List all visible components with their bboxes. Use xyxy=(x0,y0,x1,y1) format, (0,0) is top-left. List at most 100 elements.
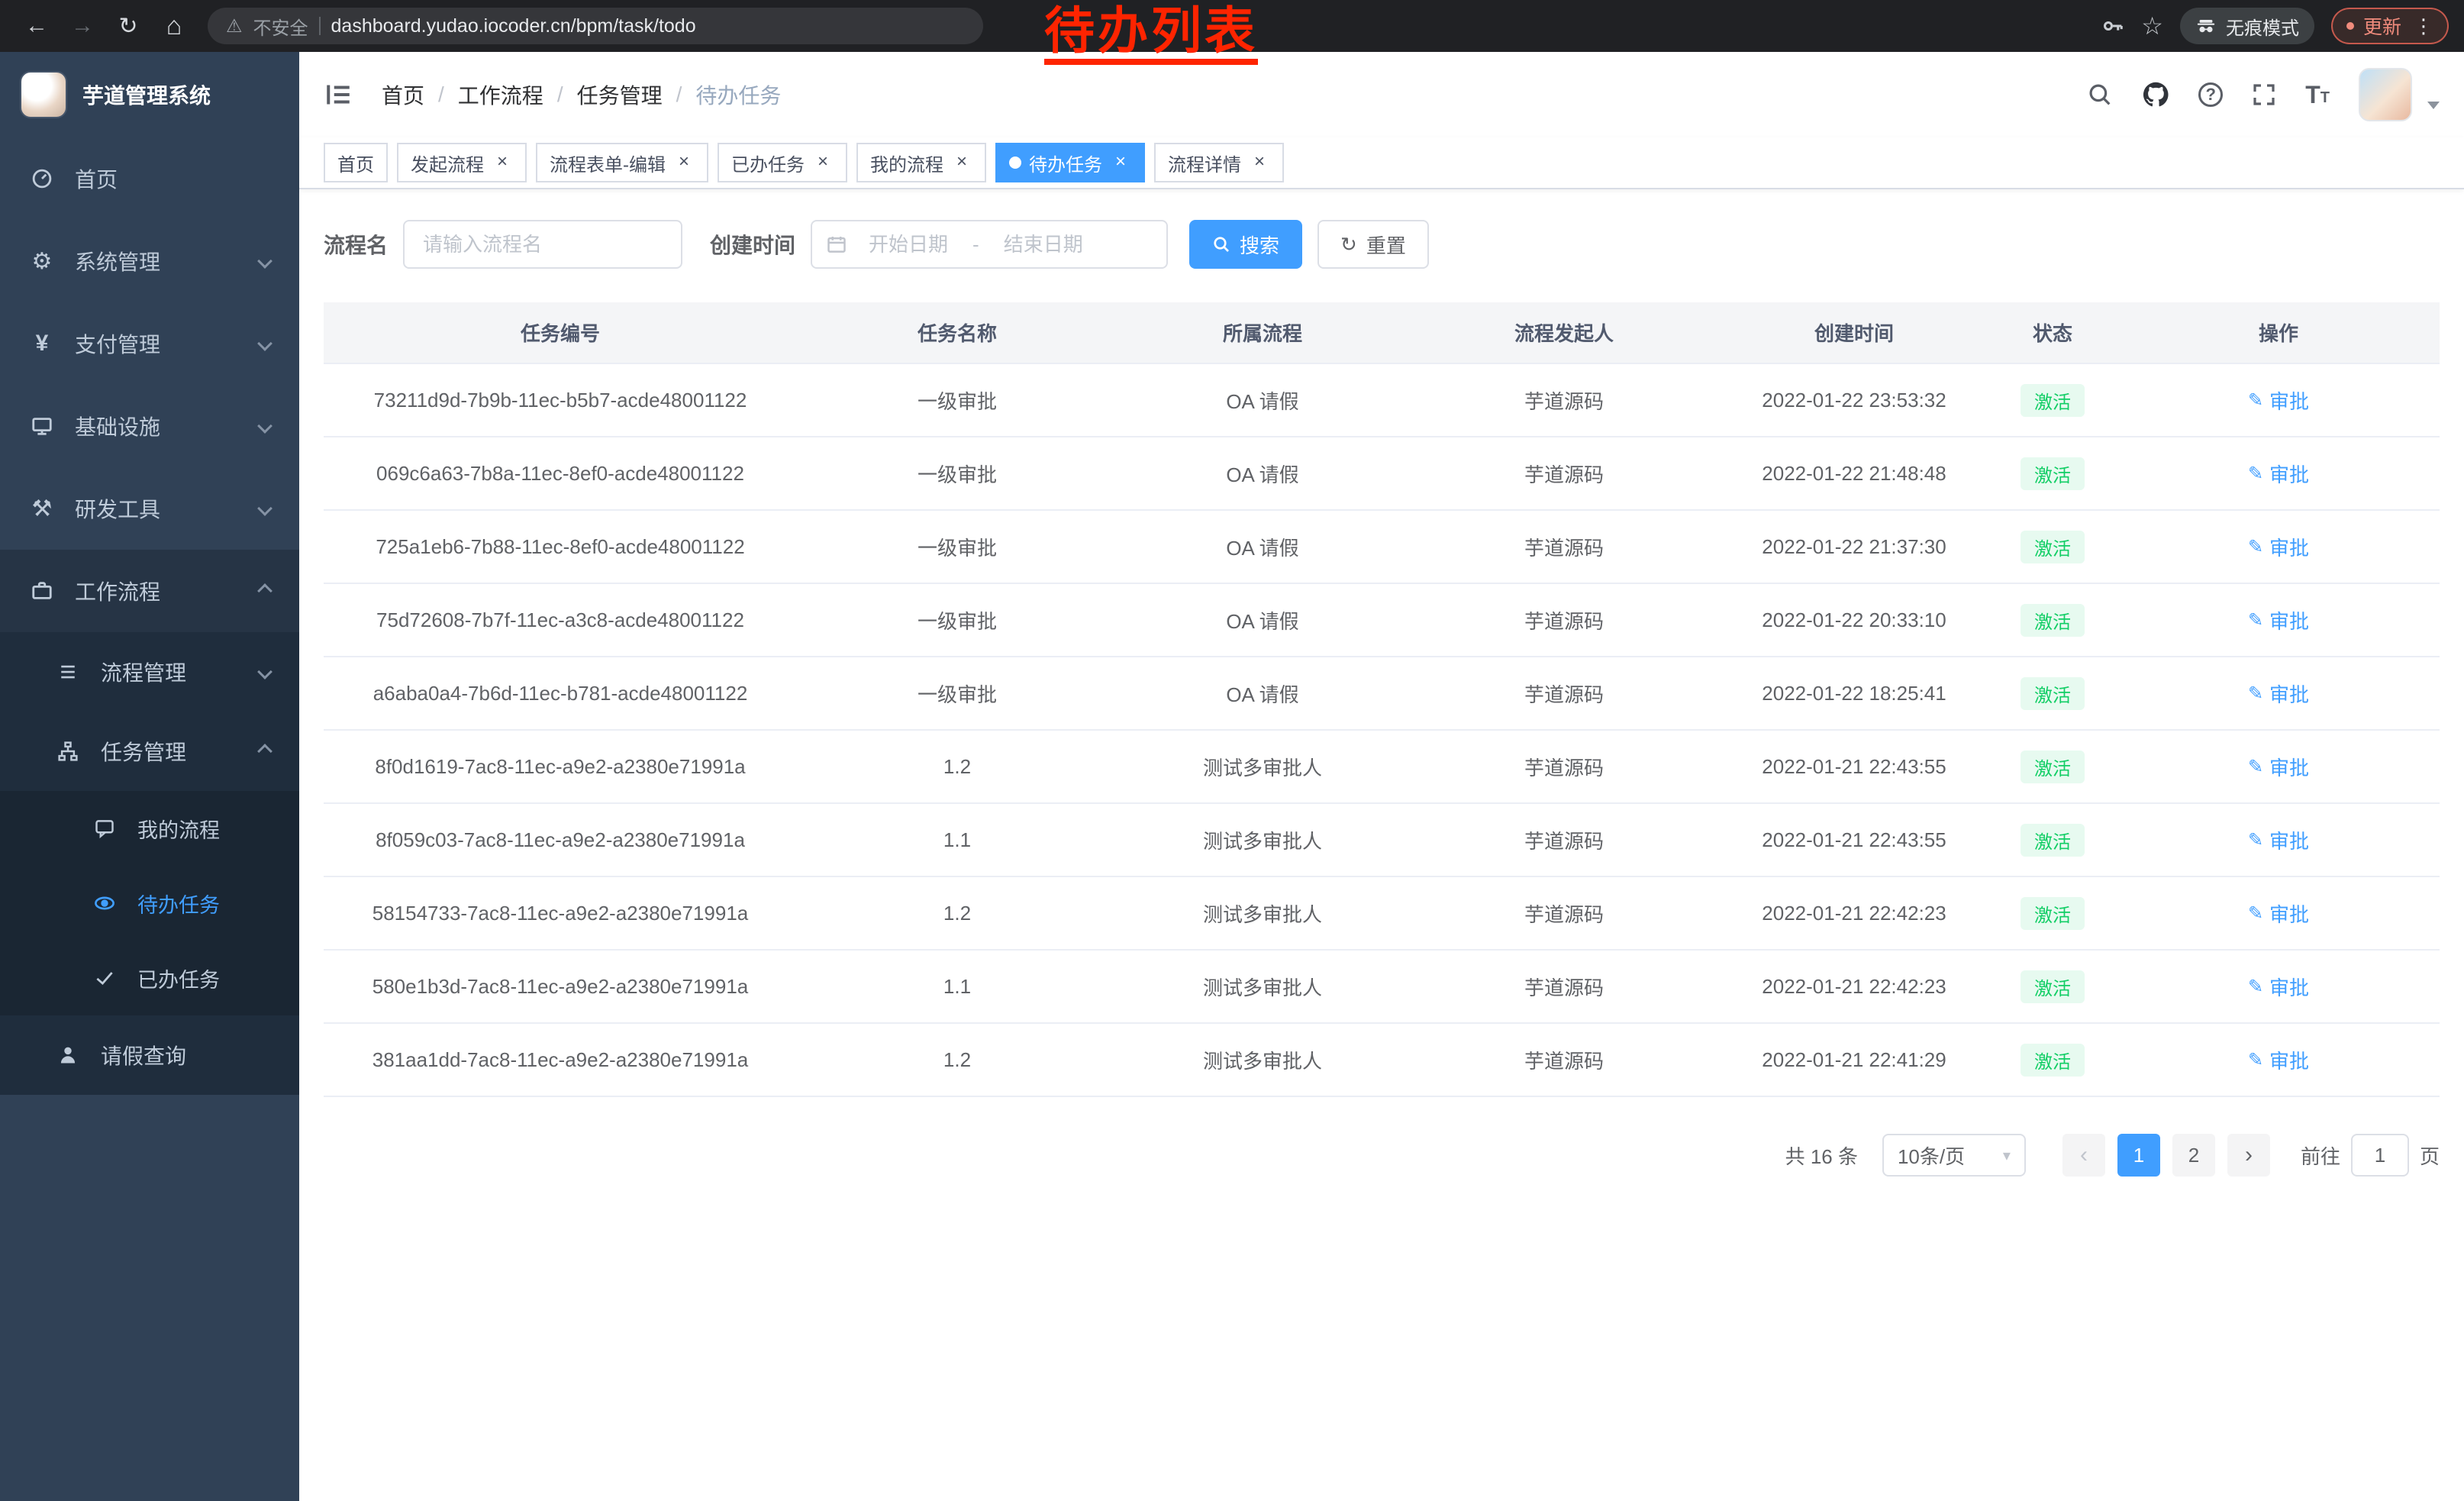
cell-initiator: 芋道源码 xyxy=(1408,1023,1721,1096)
address-bar[interactable]: ⚠ 不安全 dashboard.yudao.iocoder.cn/bpm/tas… xyxy=(208,8,983,44)
table-row: 381aa1dd-7ac8-11ec-a9e2-a2380e71991a 1.2… xyxy=(324,1023,2440,1096)
browser-menu-icon[interactable]: ⋮ xyxy=(2414,15,2433,38)
start-date-input[interactable] xyxy=(850,233,966,257)
fullscreen-icon[interactable] xyxy=(2252,82,2276,107)
sidebar-item-label: 支付管理 xyxy=(75,328,160,359)
cell-initiator: 芋道源码 xyxy=(1408,950,1721,1023)
sidebar-item-label: 工作流程 xyxy=(75,576,160,606)
cell-initiator: 芋道源码 xyxy=(1408,803,1721,876)
password-key-icon[interactable] xyxy=(2101,15,2124,37)
security-label: 不安全 xyxy=(253,13,308,40)
status-badge: 激活 xyxy=(2021,531,2085,563)
sidebar-collapse-icon[interactable] xyxy=(324,78,357,111)
search-button[interactable]: 搜索 xyxy=(1189,220,1302,269)
sidebar-item-todo-task[interactable]: 待办任务 xyxy=(0,866,299,941)
approve-link[interactable]: ✎ 审批 xyxy=(2248,460,2309,488)
tab[interactable]: 首页 × xyxy=(324,143,388,182)
status-badge: 激活 xyxy=(2021,897,2085,930)
tab[interactable]: 已办任务 × xyxy=(718,143,847,182)
approve-link[interactable]: ✎ 审批 xyxy=(2248,899,2309,928)
cell-create-time: 2022-01-22 21:37:30 xyxy=(1721,510,1988,583)
page-number-button[interactable]: 1 xyxy=(2117,1134,2160,1177)
table-column-header: 状态 xyxy=(1988,302,2117,363)
update-button[interactable]: 更新 ⋮ xyxy=(2331,8,2449,44)
page-size-select[interactable]: 10条/页 ▾ xyxy=(1882,1134,2026,1177)
sidebar-item-devtools[interactable]: ⚒ 研发工具 xyxy=(0,467,299,550)
goto-unit: 页 xyxy=(2420,1141,2440,1170)
page-number-button[interactable]: 2 xyxy=(2172,1134,2215,1177)
sidebar-item-home[interactable]: 首页 xyxy=(0,137,299,220)
table-row: a6aba0a4-7b6d-11ec-b781-acde48001122 一级审… xyxy=(324,657,2440,730)
goto-page-input[interactable] xyxy=(2351,1134,2409,1177)
date-range-picker[interactable]: - xyxy=(811,220,1168,269)
process-name-input[interactable] xyxy=(403,220,682,269)
breadcrumb-home[interactable]: 首页 xyxy=(382,79,424,110)
sidebar-item-payment[interactable]: ¥ 支付管理 xyxy=(0,302,299,385)
sidebar-item-done-task[interactable]: 已办任务 xyxy=(0,941,299,1015)
sidebar-item-workflow[interactable]: 工作流程 xyxy=(0,550,299,632)
approve-link[interactable]: ✎ 审批 xyxy=(2248,826,2309,854)
breadcrumb-workflow[interactable]: 工作流程 xyxy=(458,79,543,110)
approve-link[interactable]: ✎ 审批 xyxy=(2248,533,2309,561)
prev-page-button[interactable]: ‹ xyxy=(2062,1134,2105,1177)
breadcrumb-separator: / xyxy=(676,82,682,107)
tab-close-icon[interactable]: × xyxy=(673,152,695,173)
edit-icon: ✎ xyxy=(2248,829,2263,851)
sidebar-item-label: 任务管理 xyxy=(101,736,186,767)
incognito-label: 无痕模式 xyxy=(2226,13,2299,40)
breadcrumb: 首页 / 工作流程 / 任务管理 / 待办任务 xyxy=(382,79,781,110)
next-page-button[interactable]: › xyxy=(2227,1134,2270,1177)
sidebar-item-infrastructure[interactable]: 基础设施 xyxy=(0,385,299,467)
search-button-icon xyxy=(1212,235,1230,253)
approve-link[interactable]: ✎ 审批 xyxy=(2248,386,2309,415)
sidebar-item-leave-query[interactable]: 请假查询 xyxy=(0,1015,299,1095)
browser-home-button[interactable]: ⌂ xyxy=(153,5,195,47)
cell-task-name: 1.1 xyxy=(797,803,1118,876)
browser-forward-button[interactable]: → xyxy=(61,5,104,47)
sidebar-item-label: 基础设施 xyxy=(75,411,160,441)
cell-task-name: 1.2 xyxy=(797,876,1118,950)
tab[interactable]: 流程详情 × xyxy=(1154,143,1284,182)
cell-process: OA 请假 xyxy=(1118,510,1408,583)
tab-close-icon[interactable]: × xyxy=(1110,152,1131,173)
tab-active-dot xyxy=(1009,157,1021,169)
breadcrumb-task-mgmt[interactable]: 任务管理 xyxy=(577,79,663,110)
approve-link[interactable]: ✎ 审批 xyxy=(2248,679,2309,708)
cell-task-id: 069c6a63-7b8a-11ec-8ef0-acde48001122 xyxy=(324,437,797,510)
sidebar-item-process-mgmt[interactable]: 流程管理 xyxy=(0,632,299,712)
sidebar-item-label: 我的流程 xyxy=(137,814,220,844)
tab-close-icon[interactable]: × xyxy=(951,152,972,173)
cell-create-time: 2022-01-21 22:43:55 xyxy=(1721,803,1988,876)
edit-icon: ✎ xyxy=(2248,902,2263,925)
sidebar-item-my-process[interactable]: 我的流程 xyxy=(0,791,299,866)
approve-link[interactable]: ✎ 审批 xyxy=(2248,973,2309,1001)
tab[interactable]: 发起流程 × xyxy=(397,143,527,182)
browser-back-button[interactable]: ← xyxy=(15,5,58,47)
sidebar-item-label: 待办任务 xyxy=(137,889,220,918)
user-avatar[interactable] xyxy=(2359,68,2412,121)
browser-refresh-button[interactable]: ↻ xyxy=(107,5,150,47)
end-date-input[interactable] xyxy=(985,233,1101,257)
font-size-icon[interactable]: TT xyxy=(2305,82,2330,107)
edit-icon: ✎ xyxy=(2248,389,2263,412)
sidebar-item-system[interactable]: ⚙ 系统管理 xyxy=(0,220,299,302)
tab[interactable]: 我的流程 × xyxy=(856,143,986,182)
tab-close-icon[interactable]: × xyxy=(492,152,513,173)
help-icon[interactable]: ? xyxy=(2198,82,2223,107)
status-badge: 激活 xyxy=(2021,384,2085,417)
github-icon[interactable] xyxy=(2142,81,2169,108)
search-icon[interactable] xyxy=(2087,82,2113,108)
sidebar-item-task-mgmt[interactable]: 任务管理 xyxy=(0,712,299,791)
tab-close-icon[interactable]: × xyxy=(812,152,834,173)
approve-link[interactable]: ✎ 审批 xyxy=(2248,1046,2309,1074)
tab[interactable]: 待办任务 × xyxy=(995,143,1145,182)
address-divider xyxy=(319,17,321,35)
tab-close-icon[interactable]: × xyxy=(1249,152,1270,173)
edit-icon: ✎ xyxy=(2248,683,2263,705)
total-count: 共 16 条 xyxy=(1785,1141,1858,1170)
tab[interactable]: 流程表单-编辑 × xyxy=(536,143,708,182)
approve-link[interactable]: ✎ 审批 xyxy=(2248,606,2309,634)
bookmark-star-icon[interactable]: ☆ xyxy=(2141,11,2163,40)
approve-link[interactable]: ✎ 审批 xyxy=(2248,753,2309,781)
reset-button[interactable]: ↻ 重置 xyxy=(1317,220,1429,269)
